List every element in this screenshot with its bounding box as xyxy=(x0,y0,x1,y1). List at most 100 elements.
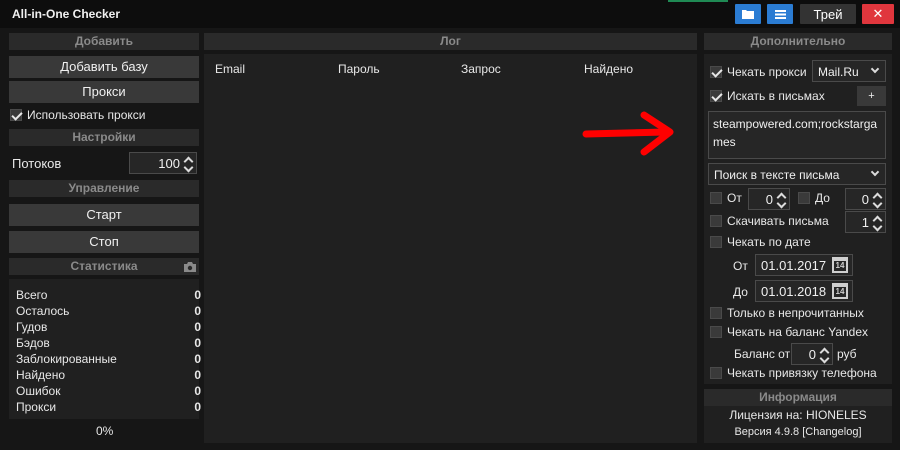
proxy-provider-value: Mail.Ru xyxy=(818,65,859,79)
stat-bad-value: 0 xyxy=(194,336,201,350)
calendar-icon[interactable]: 14 xyxy=(832,257,848,273)
app-window: All-in-One Checker Трей ✕ Добавить Добав… xyxy=(0,0,900,450)
license-text: Лицензия на: HIONELES xyxy=(729,408,867,422)
search-mode-select[interactable]: Поиск в тексте письма xyxy=(708,163,886,185)
threads-value: 100 xyxy=(158,156,180,171)
spin-arrows-icon[interactable] xyxy=(873,214,882,230)
add-query-button[interactable]: + xyxy=(857,86,886,106)
stat-good-value: 0 xyxy=(194,320,201,334)
proxy-button[interactable]: Прокси xyxy=(9,81,199,103)
spin-arrows-icon[interactable] xyxy=(184,155,193,171)
camera-icon[interactable] xyxy=(184,262,196,272)
version-link[interactable]: Версия 4.9.8 [Changelog] xyxy=(704,426,892,438)
to-stepper[interactable]: 0 xyxy=(845,188,886,210)
spin-arrows-icon[interactable] xyxy=(777,191,786,207)
to-label: До xyxy=(815,191,830,205)
spin-arrows-icon[interactable] xyxy=(820,346,829,362)
stat-total-value: 0 xyxy=(194,288,201,302)
info-section-header: Информация xyxy=(704,389,892,406)
log-column-request[interactable]: Запрос xyxy=(461,62,501,76)
use-proxy-label: Использовать прокси xyxy=(27,108,146,122)
window-title: All-in-One Checker xyxy=(12,7,121,21)
check-by-date-checkbox[interactable] xyxy=(710,236,722,248)
stat-total-label: Всего xyxy=(16,288,48,302)
check-proxy-checkbox[interactable] xyxy=(710,66,722,78)
search-in-mail-label: Искать в письмах xyxy=(727,89,825,103)
balance-stepper[interactable]: 0 xyxy=(791,343,833,365)
log-column-found[interactable]: Найдено xyxy=(584,62,633,76)
spin-arrows-icon[interactable] xyxy=(873,191,882,207)
date-from-label: От xyxy=(733,259,748,273)
stat-blocked-value: 0 xyxy=(194,352,201,366)
log-column-password[interactable]: Пароль xyxy=(338,62,380,76)
extra-section-header: Дополнительно xyxy=(704,33,892,50)
query-textarea[interactable]: steampowered.com;rockstargames xyxy=(708,111,886,159)
download-mail-label: Скачивать письма xyxy=(727,214,829,228)
stat-remaining-label: Осталось xyxy=(16,304,70,318)
tray-button[interactable]: Трей xyxy=(800,4,856,24)
balance-unit: руб xyxy=(837,347,857,361)
title-accent-strip xyxy=(668,0,728,2)
close-button[interactable]: ✕ xyxy=(862,4,894,24)
download-mail-checkbox[interactable] xyxy=(710,215,722,227)
calendar-icon[interactable]: 14 xyxy=(832,283,848,299)
check-yandex-balance-label: Чекать на баланс Yandex xyxy=(727,325,869,339)
search-in-mail-checkbox[interactable] xyxy=(710,90,722,102)
open-folder-button[interactable] xyxy=(735,4,761,24)
use-proxy-checkbox[interactable] xyxy=(10,109,22,121)
balance-label: Баланс от xyxy=(734,347,791,361)
stats-header-label: Статистика xyxy=(70,259,138,273)
log-section-header: Лог xyxy=(204,33,697,50)
download-mail-stepper[interactable]: 1 xyxy=(845,211,886,233)
date-from-picker[interactable]: 01.01.2017 14 xyxy=(755,254,853,276)
only-unread-checkbox[interactable] xyxy=(710,307,722,319)
only-unread-label: Только в непрочитанных xyxy=(727,306,864,320)
title-bar: All-in-One Checker Трей ✕ xyxy=(0,0,900,28)
check-proxy-label: Чекать прокси xyxy=(727,65,807,79)
add-section-header: Добавить xyxy=(9,33,199,50)
folder-icon xyxy=(742,10,754,19)
control-section-header: Управление xyxy=(9,180,199,197)
proxy-provider-select[interactable]: Mail.Ru xyxy=(812,60,886,82)
check-by-date-label: Чекать по дате xyxy=(727,235,811,249)
to-value: 0 xyxy=(861,192,869,207)
stat-found-value: 0 xyxy=(194,368,201,382)
settings-section-header: Настройки xyxy=(9,129,199,146)
threads-label: Потоков xyxy=(12,156,62,171)
from-stepper[interactable]: 0 xyxy=(748,188,790,210)
download-mail-value: 1 xyxy=(861,215,869,230)
menu-button[interactable] xyxy=(767,4,793,24)
info-panel: Лицензия на: HIONELES Версия 4.9.8 [Chan… xyxy=(704,406,892,443)
stat-found-label: Найдено xyxy=(16,368,66,382)
log-column-email[interactable]: Email xyxy=(215,62,245,76)
stats-section-header: Статистика xyxy=(9,258,199,275)
threads-stepper[interactable]: 100 xyxy=(129,152,197,174)
chevron-down-icon xyxy=(870,64,880,74)
search-mode-value: Поиск в тексте письма xyxy=(714,168,840,182)
stop-button[interactable]: Стоп xyxy=(9,231,199,253)
add-base-button[interactable]: Добавить базу xyxy=(9,56,199,78)
from-label: От xyxy=(727,191,742,205)
stat-bad-label: Бэдов xyxy=(16,336,50,350)
stats-panel: Всего 0 Осталось 0 Гудов 0 Бэдов 0 Забло… xyxy=(9,279,201,419)
check-yandex-balance-checkbox[interactable] xyxy=(710,326,722,338)
stat-errors-value: 0 xyxy=(194,384,201,398)
date-to-picker[interactable]: 01.01.2018 14 xyxy=(755,280,853,302)
check-phone-checkbox[interactable] xyxy=(710,367,722,379)
hamburger-icon xyxy=(774,9,786,19)
from-value: 0 xyxy=(765,192,773,207)
extra-panel: Чекать прокси Mail.Ru Искать в письмах +… xyxy=(704,54,892,384)
start-button[interactable]: Старт xyxy=(9,204,199,226)
balance-value: 0 xyxy=(808,347,816,362)
stat-good-label: Гудов xyxy=(16,320,48,334)
to-checkbox[interactable] xyxy=(798,192,810,204)
stat-proxy-value: 0 xyxy=(194,400,201,414)
check-phone-label: Чекать привязку телефона xyxy=(727,366,877,380)
from-checkbox[interactable] xyxy=(710,192,722,204)
stat-remaining-value: 0 xyxy=(194,304,201,318)
date-to-value: 01.01.2018 xyxy=(761,284,827,299)
stat-blocked-label: Заблокированные xyxy=(16,352,117,366)
date-from-value: 01.01.2017 xyxy=(761,258,827,273)
red-arrow-annotation xyxy=(582,111,674,156)
chevron-down-icon xyxy=(870,167,880,177)
